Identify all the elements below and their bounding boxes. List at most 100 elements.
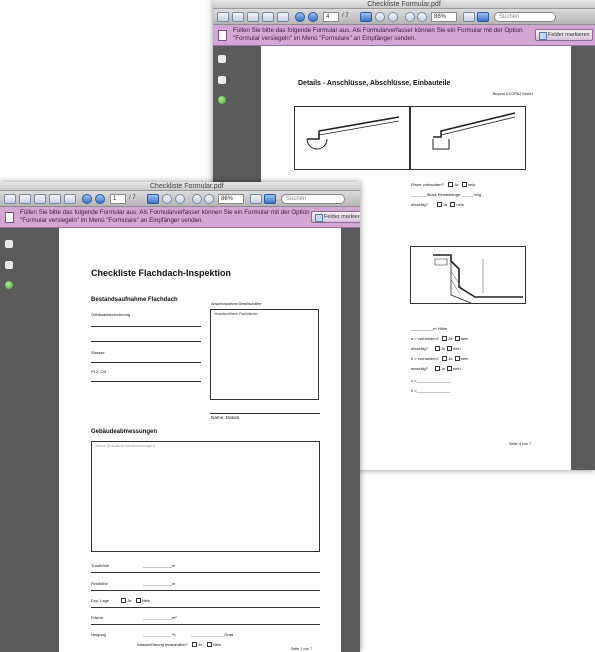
share-icon[interactable]	[277, 12, 289, 22]
zoom-icon[interactable]	[388, 12, 398, 22]
one-sided-yes-checkbox[interactable]	[436, 202, 442, 208]
fit-page-icon[interactable]	[463, 12, 475, 22]
folder-icon[interactable]	[4, 194, 16, 204]
text-select-icon[interactable]	[147, 194, 159, 204]
fit-page-icon[interactable]	[250, 194, 262, 204]
gutter-question-right: Rinne vorhanden? Ja nein	[411, 182, 476, 188]
building-label: Gebäudebezeichnung	[91, 312, 131, 317]
page-title: Details - Anschlüsse, Abschlüsse, Einbau…	[298, 80, 451, 87]
detail-drawing-3	[410, 246, 526, 304]
sidebar-document-icon[interactable]	[218, 55, 226, 63]
question-d-no-checkbox[interactable]	[447, 366, 453, 372]
next-page-icon[interactable]	[95, 194, 105, 204]
question-b-no-checkbox[interactable]	[447, 346, 453, 352]
text-select-icon[interactable]	[360, 12, 372, 22]
sidebar-toggle-icon[interactable]	[34, 194, 46, 204]
contact-box[interactable]: Verantwortlicher Flachdächer	[210, 309, 319, 400]
section-dimensions-heading: Gebäudeabmessungen	[91, 429, 158, 435]
zoom-select[interactable]: 86%	[218, 194, 244, 204]
street-input-line[interactable]	[91, 362, 201, 363]
row-divider-1	[91, 572, 320, 573]
page-footer: Seite 1 von 7	[291, 647, 312, 651]
line-c[interactable]: c >_______________	[411, 378, 450, 383]
height-line[interactable]: __________m Höhe	[411, 326, 447, 331]
sidebar-status-icon[interactable]	[218, 96, 226, 104]
title-bar[interactable]: Checkliste Formular.pdf	[0, 182, 360, 191]
question-c-no-checkbox[interactable]	[454, 356, 460, 362]
building-input-line-2[interactable]	[91, 341, 201, 342]
image-icon[interactable]	[49, 194, 61, 204]
lasso-icon[interactable]	[375, 12, 385, 22]
annotate-icon[interactable]	[477, 12, 489, 22]
question-b-yes-checkbox[interactable]	[434, 346, 440, 352]
question-a-no-checkbox[interactable]	[454, 336, 460, 342]
search-input[interactable]: Suchen	[494, 12, 556, 22]
highlight-fields-button[interactable]: Felder markieren	[535, 29, 593, 41]
row-divider-3	[91, 607, 320, 608]
exposed-location-label: Exp. Lage	[91, 598, 110, 603]
zoom-icon[interactable]	[175, 194, 185, 204]
question-a: a > vorhanden? Ja nein	[411, 336, 469, 342]
eave-height-input[interactable]: _____________m	[143, 563, 175, 568]
zoom-out-icon[interactable]	[192, 194, 202, 204]
slope-percent-input[interactable]: _____________%	[143, 632, 175, 637]
question-d: einseitig? Ja nein	[411, 366, 461, 372]
area-input[interactable]: _____________m²	[143, 615, 177, 620]
previous-page-icon[interactable]	[82, 194, 92, 204]
form-notification-bar: Füllen Sie bitte das folgende Formular a…	[213, 25, 595, 46]
sidebar-toggle-icon[interactable]	[247, 12, 259, 22]
folder-icon[interactable]	[217, 12, 229, 22]
question-c-yes-checkbox[interactable]	[442, 356, 448, 362]
next-page-icon[interactable]	[308, 12, 318, 22]
print-icon[interactable]	[232, 12, 244, 22]
dimensions-sketch-box[interactable]: Skizze (Draufsicht mit Abmessungen)	[91, 441, 320, 552]
zoom-in-icon[interactable]	[417, 12, 427, 22]
gutter-right-yes-checkbox[interactable]	[448, 182, 454, 188]
ridge-height-input[interactable]: _____________m	[143, 581, 175, 586]
print-icon[interactable]	[19, 194, 31, 204]
drainage-no-checkbox[interactable]	[206, 642, 212, 648]
page-footer: Seite 4 von 7	[509, 442, 532, 446]
contact-placeholder: Verantwortlicher Flachdächer	[214, 312, 258, 316]
area-label: Fläche	[91, 615, 104, 620]
form-message: Füllen Sie bitte das folgende Formular a…	[233, 27, 523, 42]
city-input-line[interactable]	[91, 381, 201, 382]
sidebar-document-icon[interactable]	[5, 240, 13, 248]
signature-line[interactable]	[210, 413, 320, 414]
previous-page-icon[interactable]	[295, 12, 305, 22]
zoom-out-icon[interactable]	[405, 12, 415, 22]
question-d-yes-checkbox[interactable]	[434, 366, 440, 372]
one-sided-no-checkbox[interactable]	[450, 202, 456, 208]
name-date-label: Name, Datum	[211, 415, 240, 420]
sidebar-status-icon[interactable]	[5, 281, 13, 289]
gutter-length-line[interactable]: _______Stück Rinnenlänge: _____m/lg	[411, 192, 481, 197]
row-divider-2	[91, 590, 320, 591]
building-input-line-1[interactable]	[91, 326, 201, 327]
share-icon[interactable]	[64, 194, 76, 204]
question-a-yes-checkbox[interactable]	[442, 336, 448, 342]
ridge-height-label: Firsthöhe	[91, 581, 108, 586]
image-icon[interactable]	[262, 12, 274, 22]
dimensions-placeholder: Skizze (Draufsicht mit Abmessungen)	[95, 444, 155, 448]
gutter-right-no-checkbox[interactable]	[461, 182, 467, 188]
page-number-input[interactable]: 4	[323, 12, 339, 22]
highlight-fields-button[interactable]: Felder markieren	[311, 211, 360, 223]
slope-degree-input[interactable]: _______________Grad	[191, 632, 233, 637]
line-d[interactable]: d >_______________	[411, 388, 450, 393]
search-input[interactable]: Suchen	[281, 194, 345, 204]
drainage-yes-checkbox[interactable]	[192, 642, 198, 648]
exposed-no-checkbox[interactable]	[135, 598, 141, 604]
form-icon	[218, 30, 227, 41]
annotate-icon[interactable]	[264, 194, 276, 204]
form-message-line-1: Füllen Sie bitte das folgende Formular a…	[20, 209, 310, 216]
lasso-icon[interactable]	[162, 194, 172, 204]
exposed-yes-checkbox[interactable]	[121, 598, 127, 604]
title-bar[interactable]: Checkliste Formular.pdf	[213, 0, 595, 9]
zoom-select[interactable]: 86%	[431, 12, 457, 22]
parapet-detail-drawing	[433, 254, 523, 304]
sidebar-annotation-icon[interactable]	[5, 261, 13, 269]
sidebar-annotation-icon[interactable]	[218, 76, 226, 84]
zoom-in-icon[interactable]	[204, 194, 214, 204]
form-icon	[5, 212, 14, 223]
page-number-input[interactable]: 1	[110, 194, 126, 204]
